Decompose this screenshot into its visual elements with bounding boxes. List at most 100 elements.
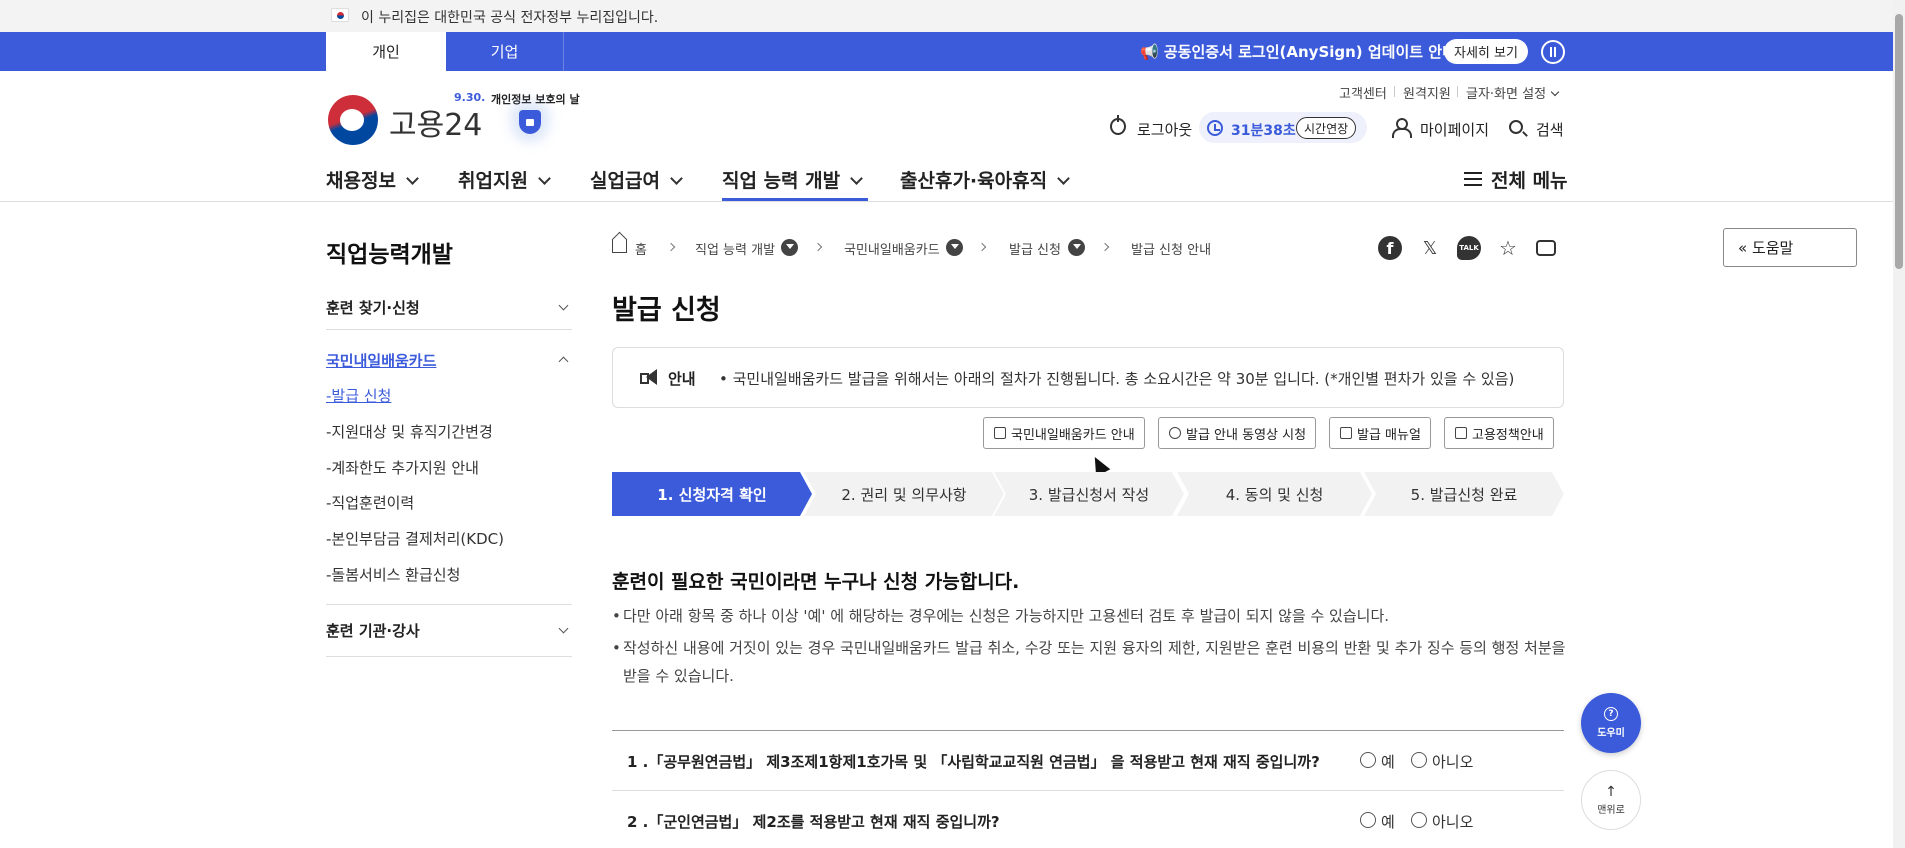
breadcrumb-dropdown-icon[interactable] (1068, 239, 1085, 256)
home-icon[interactable] (612, 240, 627, 253)
page-title: 발급 신청 (612, 295, 721, 326)
mypage-link[interactable]: 마이페이지 (1420, 119, 1489, 140)
help-button[interactable]: « 도움말 (1723, 228, 1857, 267)
step-2: 2. 권리 및 의무사항 (804, 472, 1004, 516)
site-logo-text[interactable]: 고용24 (389, 100, 482, 144)
extend-session-button[interactable]: 시간연장 (1296, 117, 1357, 139)
chevron-down-icon (850, 172, 863, 185)
sidebar-item-apply[interactable]: -발급 신청 (326, 385, 391, 406)
x-twitter-icon[interactable]: 𝕏 (1418, 236, 1442, 260)
breadcrumb-home[interactable]: 홈 (635, 239, 647, 258)
sidebar-item-eligibility-change[interactable]: -지원대상 및 휴직기간변경 (326, 421, 493, 442)
pause-icon[interactable] (1541, 40, 1565, 64)
sidebar-item-training-history[interactable]: -직업훈련이력 (326, 492, 414, 513)
breadcrumb-learning-card[interactable]: 국민내일배움카드 (844, 239, 940, 258)
display-settings-link[interactable]: 글자·화면 설정 (1466, 83, 1560, 102)
breadcrumb-dropdown-icon[interactable] (946, 239, 963, 256)
sidebar-group-find-training[interactable]: 훈련 찾기·신청 (326, 297, 420, 318)
breadcrumb-vocational[interactable]: 직업 능력 개발 (695, 239, 775, 258)
question-1-yes-radio[interactable] (1360, 752, 1376, 768)
guide-label: 안내 (668, 370, 696, 388)
notice-text[interactable]: 📢 공동인증서 로그인(AnySign) 업데이트 안내 (1140, 41, 1456, 62)
remote-support-link[interactable]: 원격지원 (1403, 83, 1451, 102)
gnb-item-jobs[interactable]: 채용정보 (326, 166, 419, 193)
gnb-item-unemployment-benefit[interactable]: 실업급여 (590, 166, 683, 193)
sidebar-divider (326, 656, 572, 657)
gnb-label: 채용정보 (326, 170, 396, 192)
gnb-item-vocational-training[interactable]: 직업 능력 개발 (722, 166, 863, 193)
taegeuk-logo-icon[interactable] (328, 95, 378, 145)
manual-button[interactable]: 발급 매뉴얼 (1329, 417, 1431, 449)
question-divider (612, 790, 1564, 791)
top-bar: 개인 기업 📢 공동인증서 로그인(AnySign) 업데이트 안내 자세히 보… (0, 32, 1893, 71)
manual-label: 발급 매뉴얼 (1357, 427, 1421, 443)
chevron-right-icon (1100, 242, 1110, 252)
question-2-text: 2 .「군인연금법」 제2조를 적용받고 현재 재직 중입니까? (627, 813, 1000, 831)
sidebar-group-institutions[interactable]: 훈련 기관·강사 (326, 620, 420, 641)
chevron-right-icon (813, 242, 823, 252)
logout-button[interactable]: 로그아웃 (1137, 119, 1192, 140)
facebook-icon[interactable]: f (1378, 236, 1402, 260)
gnb-divider (0, 201, 1893, 202)
question-2-no-radio[interactable] (1411, 812, 1427, 828)
util-divider (1394, 86, 1395, 97)
question-1-no-radio[interactable] (1411, 752, 1427, 768)
notice-detail-button[interactable]: 자세히 보기 (1444, 39, 1528, 64)
search-link[interactable]: 검색 (1536, 119, 1564, 140)
section-bullet: 다만 아래 항목 중 하나 이상 '예' 에 해당하는 경우에는 신청은 가능하… (612, 602, 1566, 630)
scrollbar-thumb[interactable] (1895, 14, 1903, 269)
step-5: 5. 발급신청 완료 (1364, 472, 1564, 516)
gnb-item-employment-support[interactable]: 취업지원 (458, 166, 551, 193)
hamburger-menu-icon[interactable] (1464, 172, 1482, 186)
tab-personal[interactable]: 개인 (326, 32, 446, 71)
helper-fab-button[interactable]: ? 도우미 (1581, 693, 1641, 753)
star-icon[interactable]: ☆ (1496, 236, 1520, 260)
korea-flag-icon (331, 8, 349, 22)
question-2-no-label[interactable]: 아니오 (1432, 811, 1473, 832)
sidebar-item-limit-support[interactable]: -계좌한도 추가지원 안내 (326, 457, 479, 478)
tab-business[interactable]: 기업 (446, 32, 564, 71)
video-guide-button[interactable]: 발급 안내 동영상 시청 (1158, 417, 1317, 449)
privacy-day-label: 개인정보 보호의 날 (491, 93, 580, 106)
sidebar-divider (326, 329, 572, 330)
util-divider (1457, 86, 1458, 97)
sidebar-item-kdc-payment[interactable]: -본인부담금 결제처리(KDC) (326, 528, 504, 549)
breadcrumb-apply[interactable]: 발급 신청 (1009, 239, 1061, 258)
card-info-button[interactable]: 국민내일배움카드 안내 (983, 417, 1145, 449)
sidebar-divider (326, 604, 572, 605)
power-icon (1110, 115, 1126, 135)
gnb-label: 출산휴가·육아휴직 (900, 170, 1048, 192)
question-divider (612, 730, 1564, 731)
document-icon (1340, 427, 1352, 439)
step-4: 4. 동의 및 신청 (1177, 472, 1372, 516)
chevron-down-icon (538, 172, 551, 185)
arrow-up-icon: ↑ (1605, 783, 1617, 800)
scroll-top-button[interactable]: ↑ 맨위로 (1581, 770, 1641, 830)
question-2-yes-radio[interactable] (1360, 812, 1376, 828)
policy-guide-button[interactable]: 고용정책안내 (1444, 417, 1554, 449)
step-1-active: 1. 신청자격 확인 (612, 472, 812, 516)
card-icon (994, 427, 1006, 439)
gnb-item-parental-leave[interactable]: 출산휴가·육아휴직 (900, 166, 1070, 193)
customer-center-link[interactable]: 고객센터 (1339, 83, 1387, 102)
shield-lock-icon[interactable] (519, 110, 541, 134)
document-search-icon (1455, 427, 1467, 439)
search-icon[interactable] (1509, 120, 1523, 134)
gov-banner-text[interactable]: 이 누리집은 대한민국 공식 전자정부 누리집입니다. (361, 7, 658, 27)
kakaotalk-icon[interactable]: TALK (1457, 236, 1481, 260)
chevron-down-icon (406, 172, 419, 185)
chevron-up-icon[interactable] (558, 356, 569, 367)
breadcrumb-dropdown-icon[interactable] (781, 239, 798, 256)
chevron-down-icon[interactable] (558, 300, 569, 311)
sidebar-item-care-refund[interactable]: -돌봄서비스 환급신청 (326, 564, 460, 585)
sidebar-group-learning-card[interactable]: 국민내일배움카드 (326, 350, 436, 371)
chevron-down-icon[interactable] (558, 623, 569, 634)
question-1-yes-label[interactable]: 예 (1381, 751, 1395, 772)
all-menu-button[interactable]: 전체 메뉴 (1491, 166, 1568, 193)
chevron-down-icon (1550, 87, 1560, 97)
display-settings-label: 글자·화면 설정 (1466, 87, 1547, 102)
question-2-yes-label[interactable]: 예 (1381, 811, 1395, 832)
print-icon[interactable] (1536, 240, 1556, 256)
step-3: 3. 발급신청서 작성 (994, 472, 1184, 516)
question-1-no-label[interactable]: 아니오 (1432, 751, 1473, 772)
